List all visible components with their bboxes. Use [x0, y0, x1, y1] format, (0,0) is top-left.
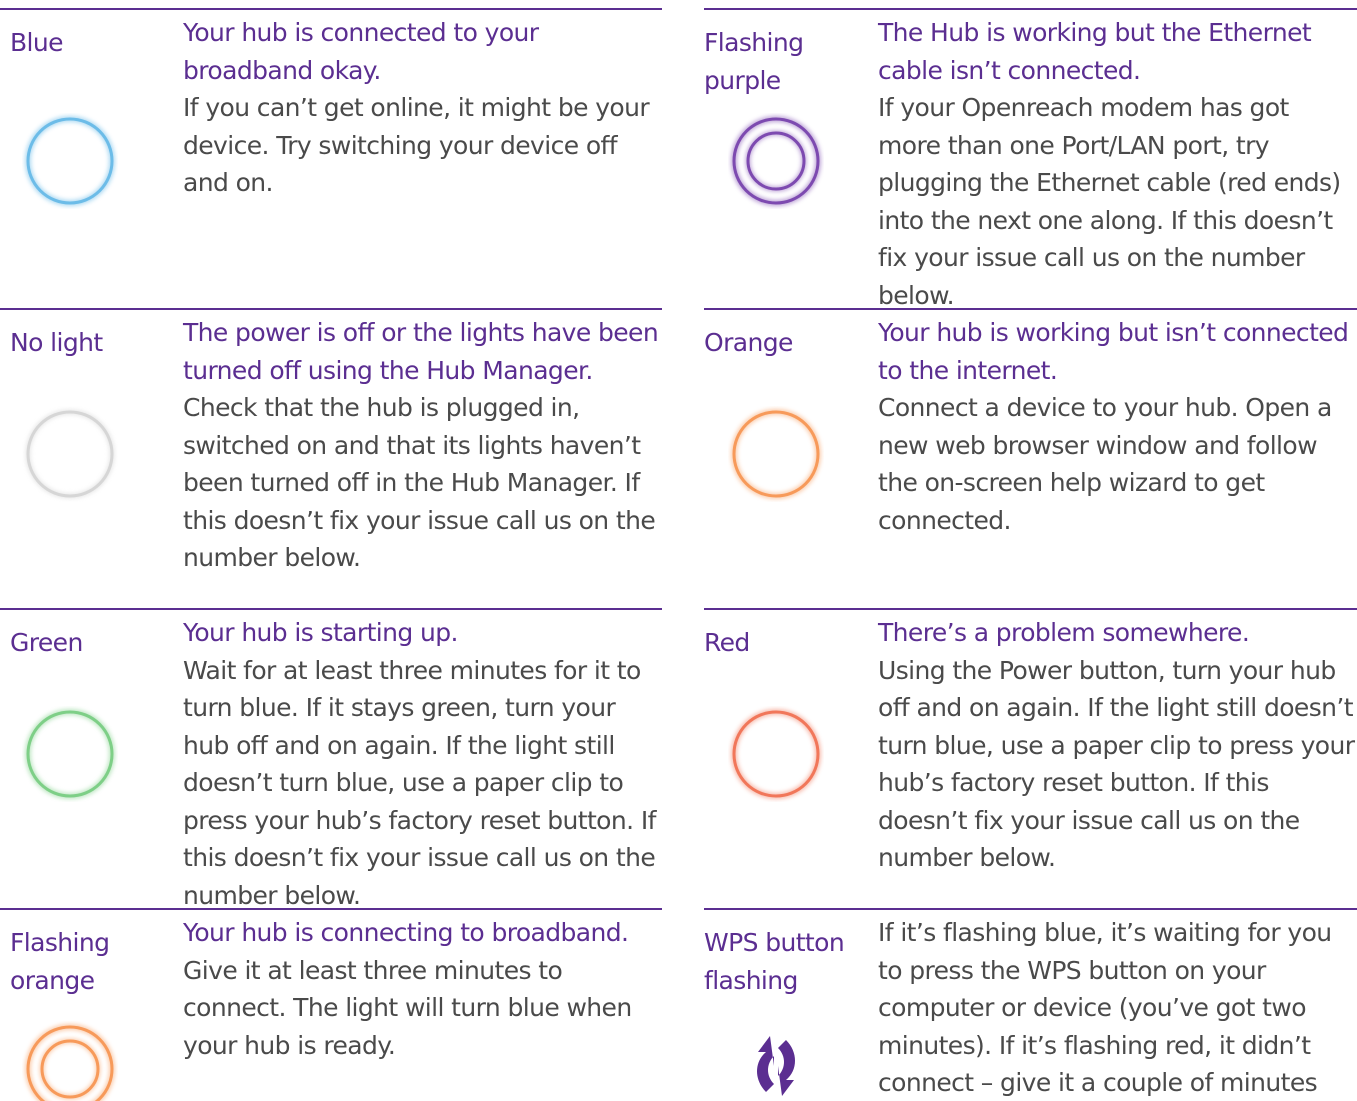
light-heading: Your hub is starting up.	[183, 618, 458, 647]
status-flashing-orange: Flashing orange Your hub is connecting t…	[0, 908, 662, 1101]
red-ring-icon	[731, 709, 821, 799]
light-label: Orange	[704, 328, 793, 357]
light-body: Wait for at least three minutes for it t…	[183, 655, 656, 910]
status-red: Red There’s a problem somewhere. Using t…	[704, 608, 1357, 908]
light-label: Blue	[10, 28, 64, 57]
status-no-light: No light The power is off or the lights …	[0, 308, 662, 608]
light-description: The power is off or the lights have been…	[183, 314, 662, 577]
light-body: If you can’t get online, it might be you…	[183, 93, 650, 197]
light-label: No light	[10, 328, 103, 357]
light-description: Your hub is connecting to broadband. Giv…	[183, 914, 662, 1064]
blue-ring-icon	[25, 116, 115, 206]
light-label: WPS button flashing	[704, 928, 845, 995]
light-heading: The power is off or the lights have been…	[183, 318, 659, 385]
light-body: If it’s flashing blue, it’s waiting for …	[878, 918, 1332, 1097]
light-label: Green	[10, 628, 83, 657]
light-label: Flashing orange	[10, 928, 110, 995]
status-blue: Blue Your hub is connected to your broad…	[0, 8, 662, 308]
light-label: Red	[704, 628, 750, 657]
light-heading: Your hub is connected to your broadband …	[183, 18, 539, 85]
light-heading: There’s a problem somewhere.	[878, 618, 1250, 647]
light-heading: Your hub is working but isn’t connected …	[878, 318, 1349, 385]
grey-ring-icon	[25, 409, 115, 499]
light-description: Your hub is working but isn’t connected …	[878, 314, 1357, 539]
light-description: If it’s flashing blue, it’s waiting for …	[878, 914, 1357, 1101]
status-wps-flashing: WPS button flashing If it’s flashing blu…	[704, 908, 1357, 1101]
light-label: Flashing purple	[704, 28, 804, 95]
light-heading: Your hub is connecting to broadband.	[183, 918, 629, 947]
light-body: Check that the hub is plugged in, switch…	[183, 393, 656, 572]
status-flashing-purple: Flashing purple The Hub is working but t…	[704, 8, 1357, 310]
light-description: Your hub is connected to your broadband …	[183, 14, 662, 202]
light-body: Using the Power button, turn your hub of…	[878, 655, 1355, 873]
light-body: Connect a device to your hub. Open a new…	[878, 393, 1332, 535]
light-body: Give it at least three minutes to connec…	[183, 955, 632, 1060]
status-green: Green Your hub is starting up. Wait for …	[0, 608, 662, 910]
orange-ring-icon	[731, 409, 821, 499]
green-ring-icon	[25, 709, 115, 799]
flashing-purple-ring-icon	[731, 116, 821, 206]
light-description: The Hub is working but the Ethernet cabl…	[878, 14, 1357, 314]
light-description: Your hub is starting up. Wait for at lea…	[183, 614, 662, 914]
status-orange: Orange Your hub is working but isn’t con…	[704, 308, 1357, 608]
light-heading: The Hub is working but the Ethernet cabl…	[878, 18, 1312, 85]
wps-icon	[757, 1036, 795, 1096]
light-body: If your Openreach modem has got more tha…	[878, 93, 1341, 310]
light-description: There’s a problem somewhere. Using the P…	[878, 614, 1357, 877]
flashing-orange-ring-icon	[25, 1024, 115, 1101]
